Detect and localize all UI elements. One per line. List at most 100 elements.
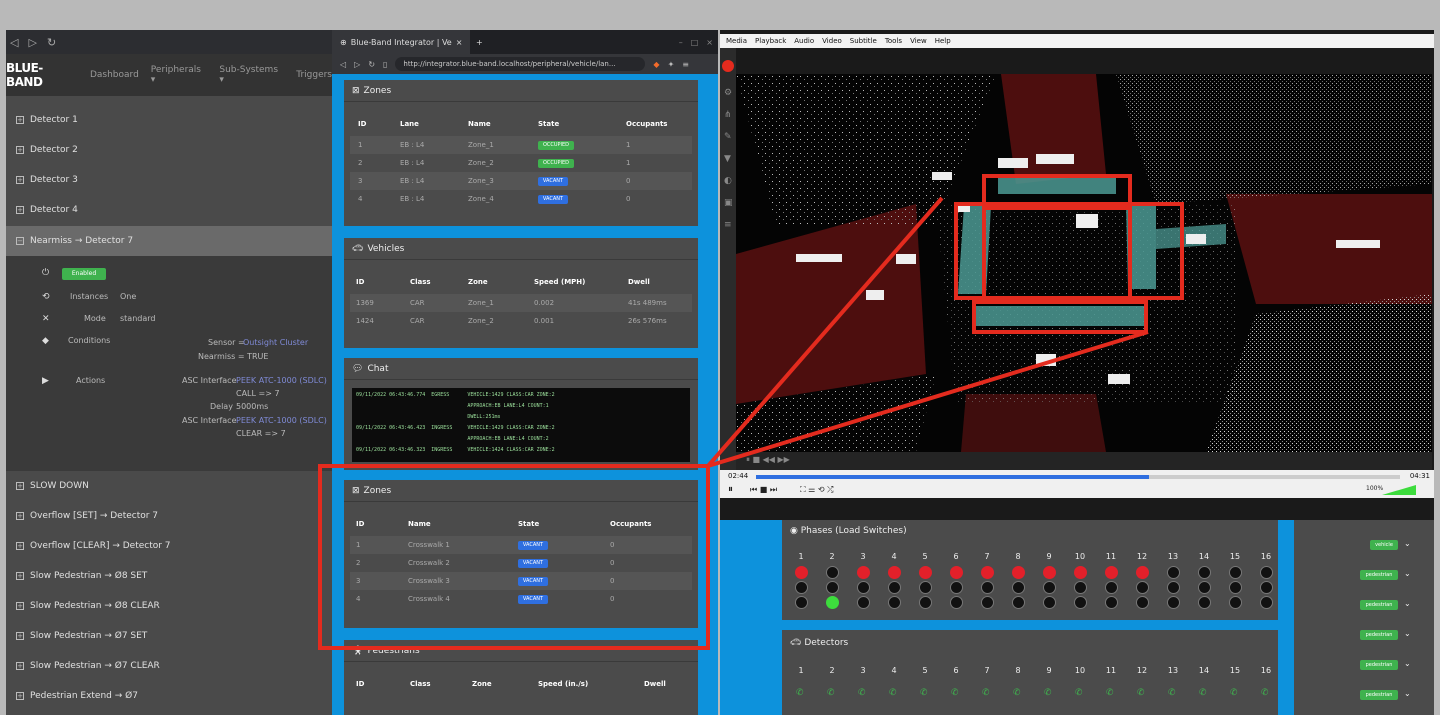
cell: Zone_1 <box>468 141 494 149</box>
trigger-item-selected[interactable]: − Nearmiss → Detector 7 <box>6 226 332 256</box>
mode-badge[interactable]: pedestrian <box>1360 600 1398 610</box>
prev-icon[interactable]: ⏮ ■ ⏭ <box>750 485 777 495</box>
forward-icon[interactable]: ▷ <box>354 60 360 69</box>
chevron-down-icon[interactable]: ⌄ <box>1404 689 1411 698</box>
maximize-icon[interactable]: □ <box>691 38 699 47</box>
lidar-video-view[interactable] <box>736 74 1432 452</box>
mode-badge[interactable]: pedestrian <box>1360 630 1398 640</box>
trigger-item[interactable]: + Slow Pedestrian → Ø8 CLEAR <box>6 591 332 621</box>
menu-subtitle[interactable]: Subtitle <box>850 37 877 45</box>
chat-line: 09/11/2022 06:43:46.423 INGRESS VEHICLE:… <box>356 425 555 431</box>
mode-badge[interactable]: pedestrian <box>1360 660 1398 670</box>
detectors-title: 🚗︎ Detectors <box>790 638 848 648</box>
lock-icon[interactable]: ▣ <box>724 198 733 208</box>
trigger-item[interactable]: + Detector 3 <box>6 165 332 195</box>
record-icon[interactable] <box>722 60 734 72</box>
seek-track[interactable] <box>756 475 1400 479</box>
settings-icon[interactable]: ⚙ <box>724 88 732 98</box>
menu-playback[interactable]: Playback <box>755 37 786 45</box>
trigger-item[interactable]: + Overflow [SET] → Detector 7 <box>6 501 332 531</box>
filter-icon[interactable]: ▼ <box>724 154 731 164</box>
menu-view[interactable]: View <box>910 37 927 45</box>
trigger-item[interactable]: + Slow Pedestrian → Ø7 CLEAR <box>6 651 332 681</box>
phone-icon: ✆ <box>1075 688 1083 698</box>
mode-badge[interactable]: pedestrian <box>1360 570 1398 580</box>
power-icon: ⏻ <box>42 268 50 278</box>
fullscreen-icon[interactable]: ⛶ ⚌ ⟲ ⤮ <box>800 485 834 495</box>
brand-logo[interactable]: BLUE-BAND <box>6 61 78 89</box>
sensor-link[interactable]: Outsight Cluster <box>243 338 308 347</box>
inner-play-icon[interactable]: ⏸ ■ ◀◀ ▶▶ <box>746 455 790 465</box>
forward-icon[interactable]: ▷ <box>28 36 36 49</box>
expand-icon: + <box>16 542 24 550</box>
cell: 1424 <box>356 317 374 325</box>
trigger-item[interactable]: + Pedestrian Extend → Ø7 <box>6 681 332 711</box>
trigger-item[interactable]: + SLOW DOWN <box>6 471 332 501</box>
detector-number: 10 <box>1074 666 1086 675</box>
menu-tools[interactable]: Tools <box>885 37 902 45</box>
zones-card: ⊠ Zones ID Lane Name State Occupants 1 EB… <box>344 80 698 226</box>
trigger-item[interactable]: + Slow Pedestrian → Ø8 SET <box>6 561 332 591</box>
nav-subsystems[interactable]: Sub-Systems ▾ <box>219 65 284 85</box>
bookmark-icon[interactable]: ▯ <box>383 60 387 69</box>
yellow-light <box>919 581 932 594</box>
chevron-down-icon[interactable]: ⌄ <box>1404 539 1411 548</box>
cell: 0.002 <box>534 299 555 307</box>
trigger-item[interactable]: + Detector 4 <box>6 195 332 225</box>
menu-audio[interactable]: Audio <box>794 37 814 45</box>
close-tab-icon[interactable]: × <box>456 38 463 47</box>
menu-video[interactable]: Video <box>822 37 842 45</box>
green-light <box>857 596 870 609</box>
mode-badge[interactable]: pedestrian <box>1360 690 1398 700</box>
close-window-icon[interactable]: × <box>706 38 713 47</box>
trigger-item[interactable]: + Overflow [CLEAR] → Detector 7 <box>6 531 332 561</box>
trigger-item[interactable]: + Detector 2 <box>6 135 332 165</box>
chevron-down-icon[interactable]: ⌄ <box>1404 569 1411 578</box>
pause-icon[interactable]: ⏸ <box>728 484 733 495</box>
nav-peripherals[interactable]: Peripherals ▾ <box>151 65 208 85</box>
trigger-item[interactable]: + Slow Pedestrian → Ø7 SET <box>6 621 332 651</box>
status-badge: OCCUPIED <box>538 141 574 150</box>
asc-interface-link[interactable]: PEEK ATC-1000 (SDLC) <box>236 376 327 385</box>
tool-icon[interactable]: ✎ <box>724 132 732 142</box>
menu-help[interactable]: Help <box>935 37 951 45</box>
url-field[interactable]: http://integrator.blue-band.localhost/pe… <box>395 57 646 71</box>
cell: 1 <box>626 141 631 149</box>
yellow-light <box>1198 581 1211 594</box>
nodes-icon[interactable]: ⋔ <box>724 110 732 120</box>
asc-interface-link[interactable]: PEEK ATC-1000 (SDLC) <box>236 416 327 425</box>
new-tab-icon[interactable]: + <box>476 38 483 47</box>
enabled-badge[interactable]: Enabled <box>62 268 106 280</box>
chevron-down-icon[interactable]: ⌄ <box>1404 599 1411 608</box>
reload-icon[interactable]: ↻ <box>368 60 375 69</box>
trigger-item-label: Slow Pedestrian → Ø7 CLEAR <box>30 661 160 671</box>
menu-icon[interactable]: ≡ <box>682 60 689 69</box>
layer-icon[interactable]: ◐ <box>724 176 732 186</box>
chat-log[interactable]: 09/11/2022 06:43:46.774 EGRESS VEHICLE:1… <box>352 388 690 462</box>
chevron-down-icon[interactable]: ⌄ <box>1404 659 1411 668</box>
expand-icon: + <box>16 176 24 184</box>
extensions-icon[interactable]: ✦ <box>668 60 675 69</box>
reload-icon[interactable]: ↻ <box>47 36 56 49</box>
nav-triggers[interactable]: Triggers <box>296 70 332 80</box>
menu-media[interactable]: Media <box>726 37 747 45</box>
back-icon[interactable]: ◁ <box>10 36 18 49</box>
trigger-item[interactable]: + Detector 1 <box>6 105 332 135</box>
back-icon[interactable]: ◁ <box>340 60 346 69</box>
phone-icon: ✆ <box>982 688 990 698</box>
list-icon[interactable]: ≡ <box>724 220 732 230</box>
shield-icon[interactable]: ◆ <box>653 60 659 69</box>
minimize-icon[interactable]: – <box>679 38 683 47</box>
chevron-down-icon[interactable]: ⌄ <box>1404 629 1411 638</box>
mode-badge[interactable]: vehicle <box>1370 540 1398 550</box>
cell: CAR <box>410 299 425 307</box>
trigger-item-label: Detector 1 <box>30 115 78 125</box>
red-light <box>1198 566 1211 579</box>
trigger-item-label: Detector 3 <box>30 175 78 185</box>
expand-icon: + <box>16 692 24 700</box>
nav-dashboard[interactable]: Dashboard <box>90 70 139 80</box>
volume-slider[interactable] <box>1382 485 1416 495</box>
yellow-light <box>857 581 870 594</box>
mode-label: Mode <box>84 314 106 323</box>
browser-tab[interactable]: ⊕ Blue-Band Integrator | Ve × <box>332 30 470 54</box>
